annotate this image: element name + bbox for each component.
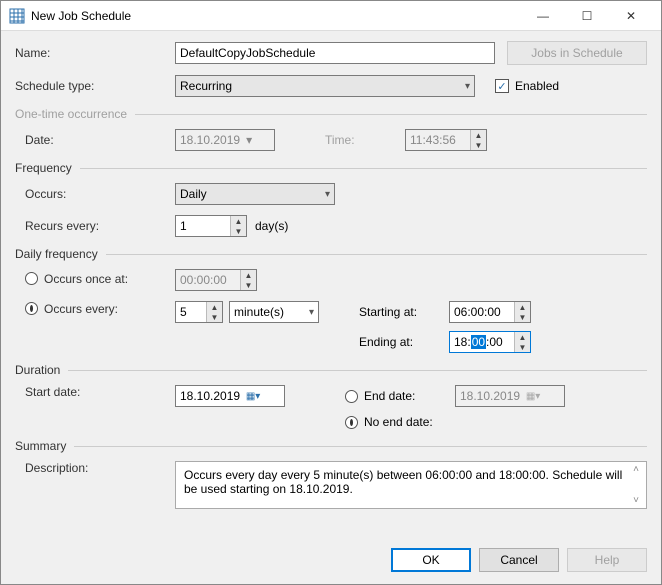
occurs-select[interactable]: Daily ▾: [175, 183, 335, 205]
name-input[interactable]: [175, 42, 495, 64]
duration-group: Duration: [15, 363, 647, 377]
occurs-every-wrapper: Occurs every:: [15, 301, 175, 316]
recurs-every-value[interactable]: [176, 216, 230, 236]
calendar-icon: ▦▾: [526, 389, 540, 403]
days-unit-label: day(s): [255, 219, 288, 233]
spin-up-icon[interactable]: ▲: [231, 216, 246, 226]
onetime-time-value: [406, 130, 470, 150]
end-date-value: 18.10.2019: [460, 389, 520, 403]
scroll-down-icon[interactable]: ˅: [628, 495, 644, 506]
radio-icon: [345, 416, 358, 429]
titlebar: New Job Schedule — ☐ ✕: [1, 1, 661, 31]
help-button: Help: [567, 548, 647, 572]
spin-up-icon: ▲: [471, 130, 486, 140]
spin-up-icon[interactable]: ▲: [515, 332, 530, 342]
frequency-group: Frequency: [15, 161, 647, 175]
ending-at-spinner[interactable]: 18:00:00 ▲▼: [449, 331, 531, 353]
schedule-grid-icon: [9, 8, 25, 24]
minimize-button[interactable]: —: [521, 2, 565, 30]
recurs-every-label: Recurs every:: [15, 219, 175, 233]
occurs-once-wrapper: Occurs once at:: [15, 272, 175, 289]
maximize-button[interactable]: ☐: [565, 2, 609, 30]
ending-at-label: Ending at:: [359, 335, 449, 349]
spin-up-icon: ▲: [241, 270, 256, 280]
occurs-value: Daily: [180, 187, 207, 201]
no-end-date-radio[interactable]: No end date:: [345, 415, 433, 429]
close-button[interactable]: ✕: [609, 2, 653, 30]
chevron-down-icon: ▾: [246, 133, 252, 147]
chevron-down-icon: ▾: [465, 81, 470, 92]
enabled-checkbox[interactable]: ✓ Enabled: [495, 79, 559, 93]
occurs-label: Occurs:: [15, 187, 175, 201]
scrollbar[interactable]: ˄ ˅: [628, 464, 644, 506]
end-date-label: End date:: [364, 389, 415, 403]
onetime-date-value: 18.10.2019: [180, 133, 240, 147]
end-date-picker: 18.10.2019 ▦▾: [455, 385, 565, 407]
description-text: Occurs every day every 5 minute(s) betwe…: [184, 468, 622, 496]
ending-at-value[interactable]: 18:00:00: [450, 332, 514, 352]
checkmark-icon: ✓: [495, 79, 509, 93]
onetime-time-label: Time:: [325, 133, 405, 147]
starting-at-value[interactable]: [450, 302, 514, 322]
occurs-every-label: Occurs every:: [44, 302, 118, 316]
occurs-every-unit-select[interactable]: minute(s) ▾: [229, 301, 319, 323]
spin-down-icon[interactable]: ▼: [231, 226, 246, 236]
enabled-label: Enabled: [515, 79, 559, 93]
starting-at-spinner[interactable]: ▲▼: [449, 301, 531, 323]
onetime-time-spinner: ▲▼: [405, 129, 487, 151]
occurs-once-time-value: [176, 270, 240, 290]
radio-icon: [25, 302, 38, 315]
spin-up-icon[interactable]: ▲: [515, 302, 530, 312]
occurs-once-time-spinner: ▲▼: [175, 269, 257, 291]
window-title: New Job Schedule: [31, 9, 521, 23]
description-textarea[interactable]: Occurs every day every 5 minute(s) betwe…: [175, 461, 647, 509]
spin-down-icon: ▼: [471, 140, 486, 150]
starting-at-label: Starting at:: [359, 305, 449, 319]
spin-down-icon[interactable]: ▼: [515, 312, 530, 322]
name-label: Name:: [15, 46, 175, 60]
schedule-type-value: Recurring: [180, 79, 232, 93]
occurs-once-label: Occurs once at:: [44, 272, 128, 286]
ok-button[interactable]: OK: [391, 548, 471, 572]
button-bar: OK Cancel Help: [391, 548, 647, 572]
chevron-down-icon: ▾: [309, 307, 314, 318]
occurs-once-radio[interactable]: Occurs once at:: [25, 272, 128, 286]
occurs-every-unit-value: minute(s): [234, 305, 284, 319]
summary-group: Summary: [15, 439, 647, 453]
schedule-type-label: Schedule type:: [15, 79, 175, 93]
description-label: Description:: [15, 461, 175, 475]
cancel-button[interactable]: Cancel: [479, 548, 559, 572]
spin-down-icon: ▼: [241, 280, 256, 290]
onetime-date-picker: 18.10.2019 ▾: [175, 129, 275, 151]
occurs-every-n-spinner[interactable]: ▲▼: [175, 301, 223, 323]
calendar-icon: ▦▾: [246, 389, 260, 403]
radio-icon: [25, 272, 38, 285]
spin-up-icon[interactable]: ▲: [207, 302, 222, 312]
content-area: Name: Jobs in Schedule Schedule type: Re…: [1, 31, 661, 529]
radio-icon: [345, 390, 358, 403]
start-date-picker[interactable]: 18.10.2019 ▦▾: [175, 385, 285, 407]
daily-frequency-group: Daily frequency: [15, 247, 647, 261]
occurs-every-radio[interactable]: Occurs every:: [25, 302, 118, 316]
schedule-type-select[interactable]: Recurring ▾: [175, 75, 475, 97]
chevron-down-icon: ▾: [325, 189, 330, 200]
spin-down-icon[interactable]: ▼: [515, 342, 530, 352]
scroll-up-icon[interactable]: ˄: [628, 464, 644, 475]
window-control-buttons: — ☐ ✕: [521, 2, 653, 30]
occurs-every-n-value[interactable]: [176, 302, 206, 322]
no-end-date-label: No end date:: [364, 415, 433, 429]
one-time-group: One-time occurrence: [15, 107, 647, 121]
end-date-radio[interactable]: End date:: [345, 389, 455, 403]
spin-down-icon[interactable]: ▼: [207, 312, 222, 322]
start-date-value: 18.10.2019: [180, 389, 240, 403]
recurs-every-spinner[interactable]: ▲▼: [175, 215, 247, 237]
start-date-label: Start date:: [15, 385, 175, 399]
onetime-date-label: Date:: [15, 133, 175, 147]
jobs-in-schedule-button: Jobs in Schedule: [507, 41, 647, 65]
dialog-window: New Job Schedule — ☐ ✕ Name: Jobs in Sch…: [0, 0, 662, 585]
